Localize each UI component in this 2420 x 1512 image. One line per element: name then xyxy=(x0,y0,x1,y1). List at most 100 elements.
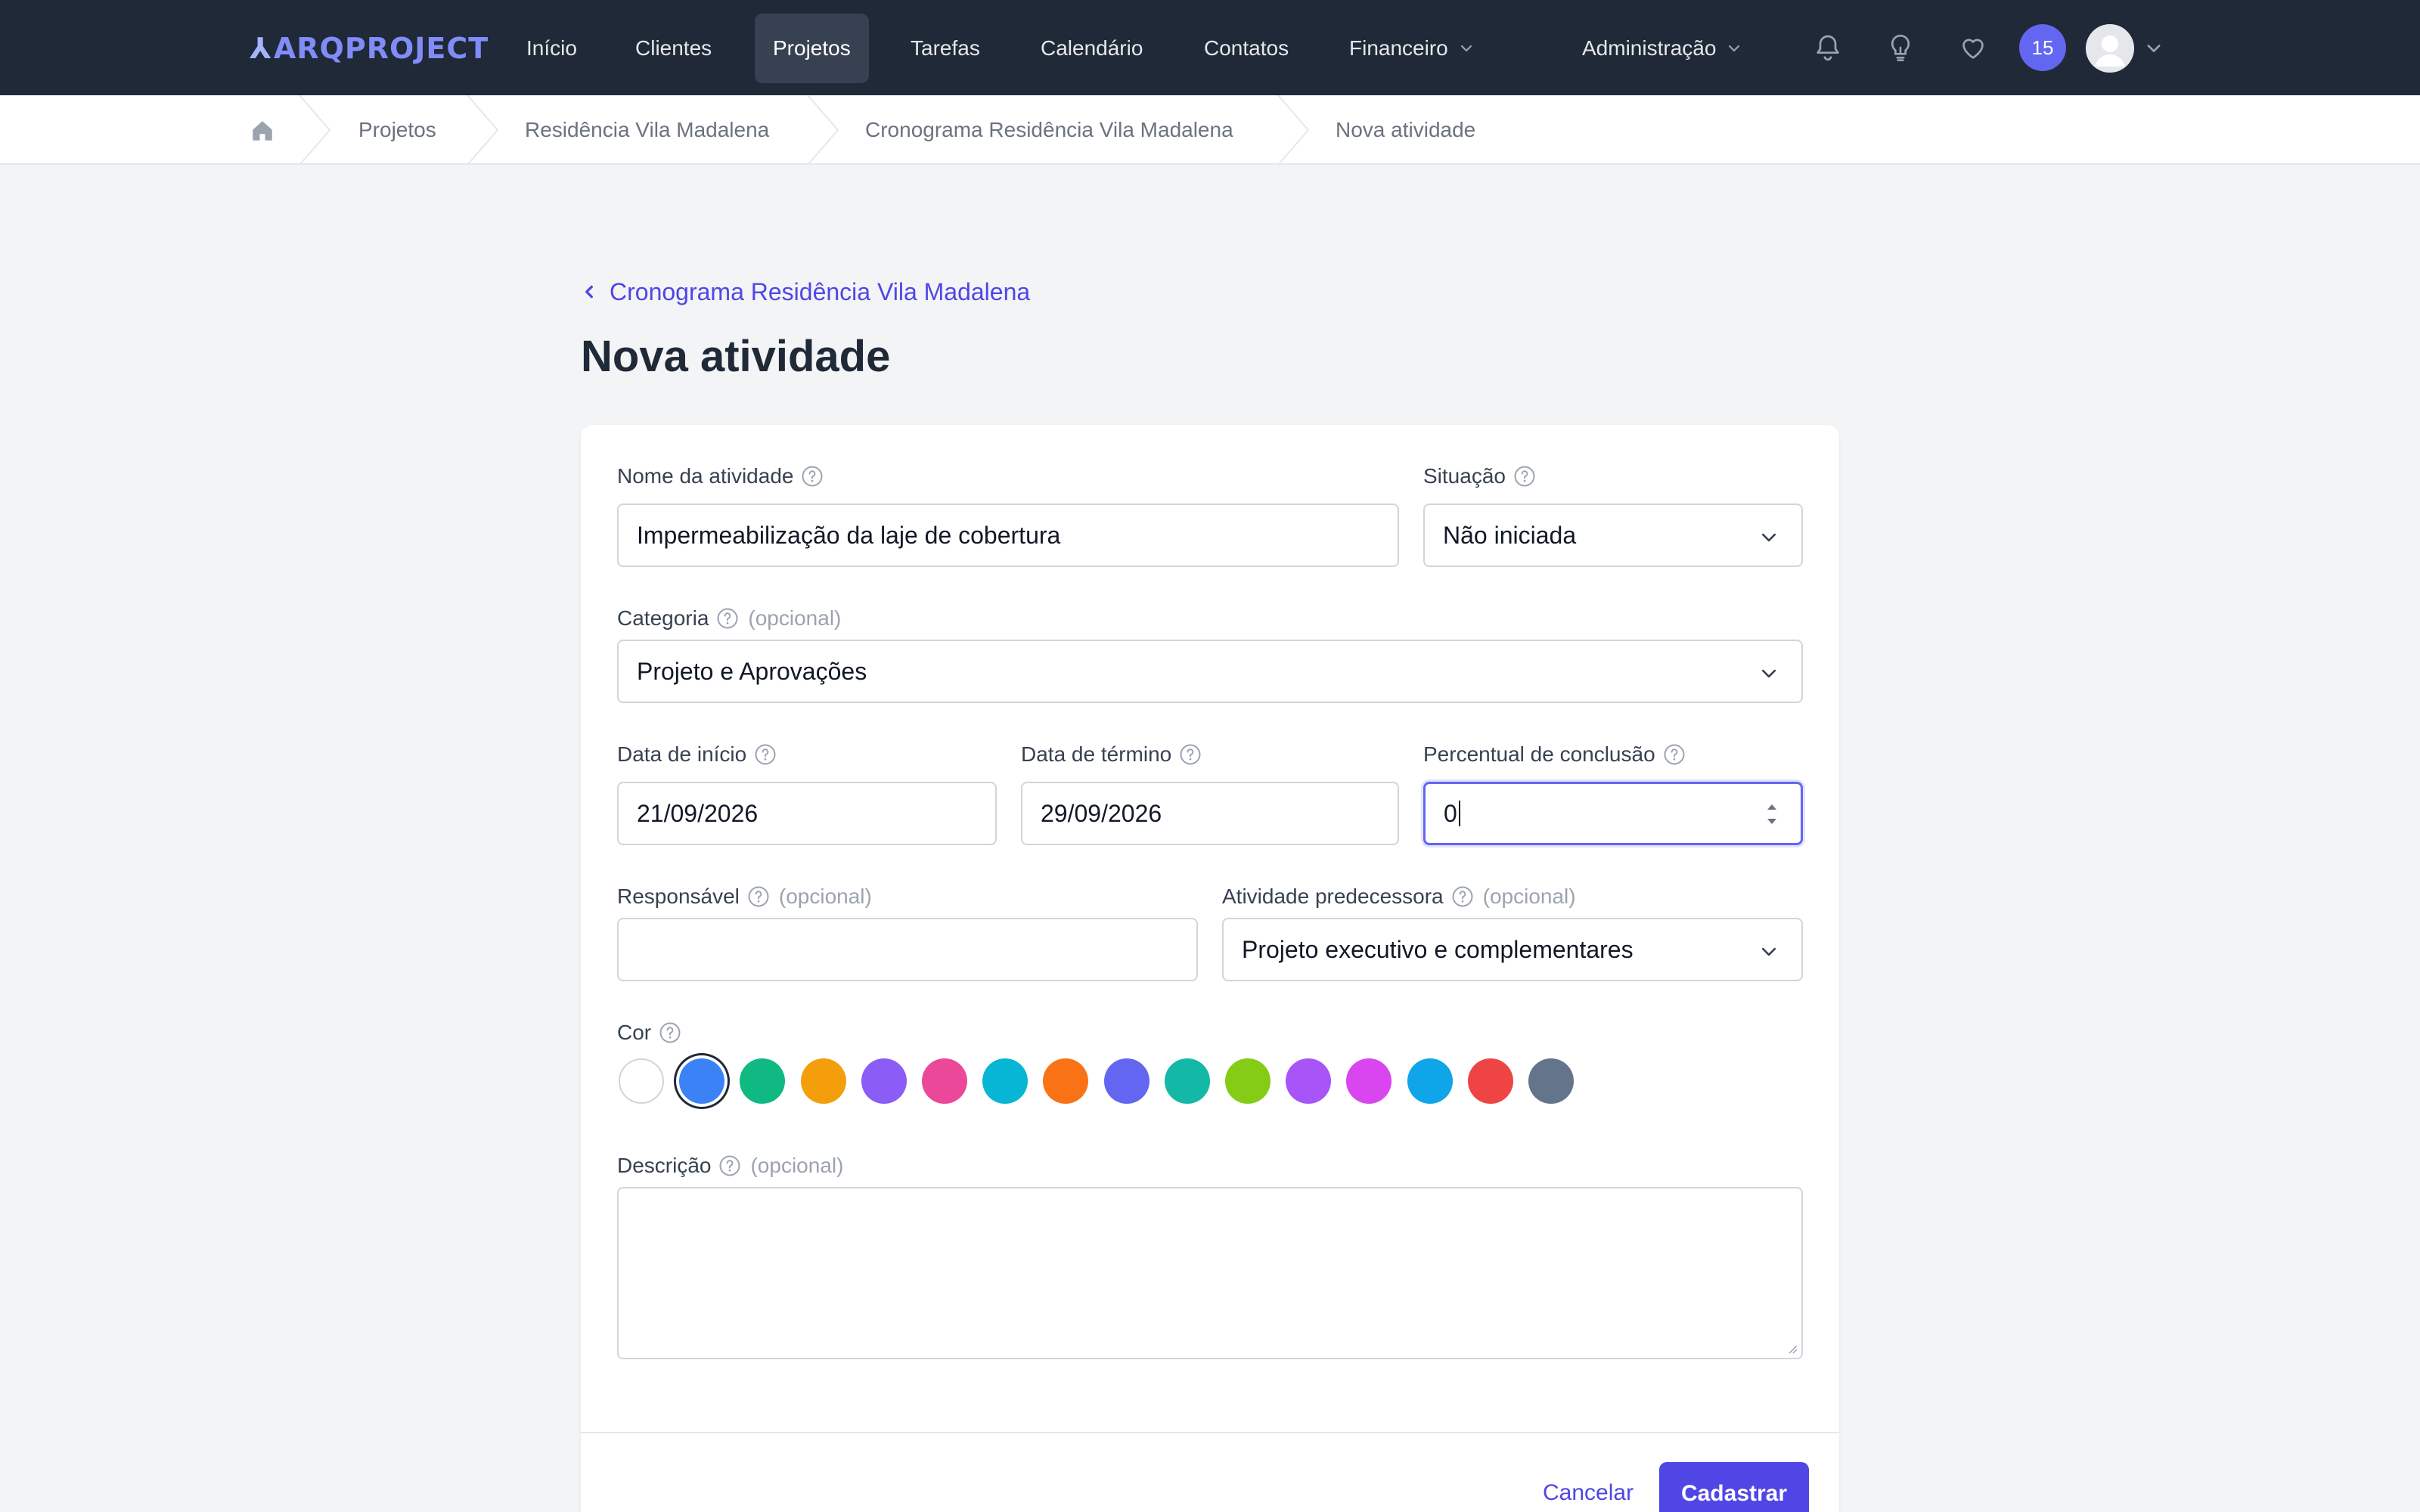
completion-percent-input[interactable]: 0 xyxy=(1423,782,1803,845)
help-icon[interactable] xyxy=(659,1021,681,1044)
color-swatch[interactable] xyxy=(1043,1058,1089,1104)
color-swatch[interactable] xyxy=(800,1058,846,1104)
help-icon[interactable] xyxy=(718,1154,741,1177)
nav-item-label: Início xyxy=(526,36,577,60)
help-icon[interactable] xyxy=(754,743,777,766)
field-label-data-termino: Data de término xyxy=(1021,739,1202,770)
label-text: Categoria xyxy=(617,606,709,630)
chevron-left-icon xyxy=(585,285,593,299)
breadcrumb-item-projeto[interactable]: Residência Vila Madalena xyxy=(525,95,769,165)
home-icon[interactable] xyxy=(250,118,275,144)
color-swatch[interactable] xyxy=(1225,1058,1270,1104)
nav-item-tarefas[interactable]: Tarefas xyxy=(892,14,998,83)
select-value: Projeto executivo e complementares xyxy=(1242,935,1634,963)
resize-handle-icon[interactable] xyxy=(1785,1341,1798,1355)
breadcrumb-item-current[interactable]: Nova atividade xyxy=(1336,95,1475,165)
color-swatch[interactable] xyxy=(861,1058,907,1104)
breadcrumb-separator xyxy=(467,95,499,165)
top-navbar: ⅄ ARQPROJECT Início Clientes Projetos Ta… xyxy=(0,0,2420,95)
responsible-input[interactable] xyxy=(617,918,1198,981)
help-icon[interactable] xyxy=(1663,743,1686,766)
color-swatch[interactable] xyxy=(679,1058,725,1104)
help-icon[interactable] xyxy=(1451,885,1474,908)
chevron-down-icon xyxy=(1761,947,1776,956)
input-value: Impermeabilização da laje de cobertura xyxy=(637,521,1061,549)
nav-item-label: Contatos xyxy=(1204,36,1289,60)
breadcrumb-item-cronograma[interactable]: Cronograma Residência Vila Madalena xyxy=(865,95,1233,165)
nav-item-clientes[interactable]: Clientes xyxy=(617,14,730,83)
nav-item-contatos[interactable]: Contatos xyxy=(1186,14,1307,83)
help-icon[interactable] xyxy=(801,465,824,488)
nav-item-administracao[interactable]: Administração xyxy=(1564,14,1760,83)
nav-item-inicio[interactable]: Início xyxy=(508,14,595,83)
field-label-percentual: Percentual de conclusão xyxy=(1423,739,1686,770)
app-logo[interactable]: ⅄ ARQPROJECT xyxy=(250,32,489,65)
field-label-responsavel: Responsável (opcional) xyxy=(617,881,872,912)
field-label-cor: Cor xyxy=(617,1018,681,1048)
avatar[interactable] xyxy=(2086,24,2134,73)
color-swatch[interactable] xyxy=(1103,1058,1150,1104)
breadcrumb: Projetos Residência Vila Madalena Cronog… xyxy=(0,95,2420,165)
input-value: 21/09/2026 xyxy=(637,799,759,827)
bell-icon[interactable] xyxy=(1809,29,1847,67)
color-swatch[interactable] xyxy=(1346,1058,1392,1104)
description-textarea[interactable] xyxy=(617,1187,1803,1359)
optional-tag: (opcional) xyxy=(750,1154,844,1177)
breadcrumb-separator xyxy=(807,95,839,165)
help-icon[interactable] xyxy=(716,607,739,630)
color-swatch[interactable] xyxy=(619,1058,664,1104)
color-swatch[interactable] xyxy=(922,1058,967,1104)
breadcrumb-separator xyxy=(299,95,331,165)
nav-item-projetos[interactable]: Projetos xyxy=(755,14,869,83)
field-label-predecessora: Atividade predecessora (opcional) xyxy=(1222,881,1576,912)
color-swatch[interactable] xyxy=(982,1058,1028,1104)
label-text: Percentual de conclusão xyxy=(1423,742,1655,766)
label-text: Data de início xyxy=(617,742,747,766)
field-label-categoria: Categoria (opcional) xyxy=(617,603,841,634)
notification-count-badge[interactable]: 15 xyxy=(2019,24,2066,71)
color-swatch[interactable] xyxy=(740,1058,786,1104)
status-select[interactable]: Não iniciada xyxy=(1423,503,1803,567)
nav-item-financeiro[interactable]: Financeiro xyxy=(1331,14,1492,83)
lightbulb-icon[interactable] xyxy=(1882,29,1919,67)
predecessor-select[interactable]: Projeto executivo e complementares xyxy=(1222,918,1803,981)
input-value: 0 xyxy=(1444,799,1457,827)
nav-item-calendario[interactable]: Calendário xyxy=(1022,14,1161,83)
chevron-down-icon xyxy=(1460,45,1472,52)
field-label-situacao: Situação xyxy=(1423,461,1536,491)
category-select[interactable]: Projeto e Aprovações xyxy=(617,640,1803,703)
help-icon[interactable] xyxy=(747,885,770,908)
label-text: Cor xyxy=(617,1021,652,1044)
optional-tag: (opcional) xyxy=(1482,885,1576,908)
select-value: Não iniciada xyxy=(1443,521,1577,549)
color-swatch[interactable] xyxy=(1164,1058,1210,1104)
color-swatch[interactable] xyxy=(1286,1058,1332,1104)
breadcrumb-item-projetos[interactable]: Projetos xyxy=(358,95,436,165)
nav-item-label: Clientes xyxy=(635,36,712,60)
color-swatch[interactable] xyxy=(1467,1058,1513,1104)
nav-item-label: Calendário xyxy=(1041,36,1143,60)
heart-icon[interactable] xyxy=(1954,29,1992,67)
field-label-data-inicio: Data de início xyxy=(617,739,777,770)
user-avatar-icon xyxy=(2086,24,2134,73)
back-link[interactable]: Cronograma Residência Vila Madalena xyxy=(581,274,1030,310)
breadcrumb-separator xyxy=(1277,95,1310,165)
cancel-button[interactable]: Cancelar xyxy=(1535,1467,1641,1512)
label-text: Nome da atividade xyxy=(617,464,794,488)
optional-tag: (opcional) xyxy=(748,606,842,630)
help-icon[interactable] xyxy=(1513,465,1536,488)
end-date-input[interactable]: 29/09/2026 xyxy=(1021,782,1399,845)
page-title: Nova atividade xyxy=(581,332,891,381)
chevron-down-icon xyxy=(1761,533,1776,542)
number-stepper-icon[interactable] xyxy=(1764,798,1779,831)
activity-name-input[interactable]: Impermeabilização da laje de cobertura xyxy=(617,503,1399,567)
field-label-nome: Nome da atividade xyxy=(617,461,824,491)
color-swatch[interactable] xyxy=(1528,1058,1574,1104)
submit-button[interactable]: Cadastrar xyxy=(1659,1462,1809,1512)
start-date-input[interactable]: 21/09/2026 xyxy=(617,782,997,845)
field-label-descricao: Descrição (opcional) xyxy=(617,1151,843,1181)
chevron-down-icon xyxy=(1729,45,1740,52)
help-icon[interactable] xyxy=(1179,743,1202,766)
chevron-down-icon[interactable] xyxy=(2145,39,2163,57)
color-swatch[interactable] xyxy=(1407,1058,1453,1104)
